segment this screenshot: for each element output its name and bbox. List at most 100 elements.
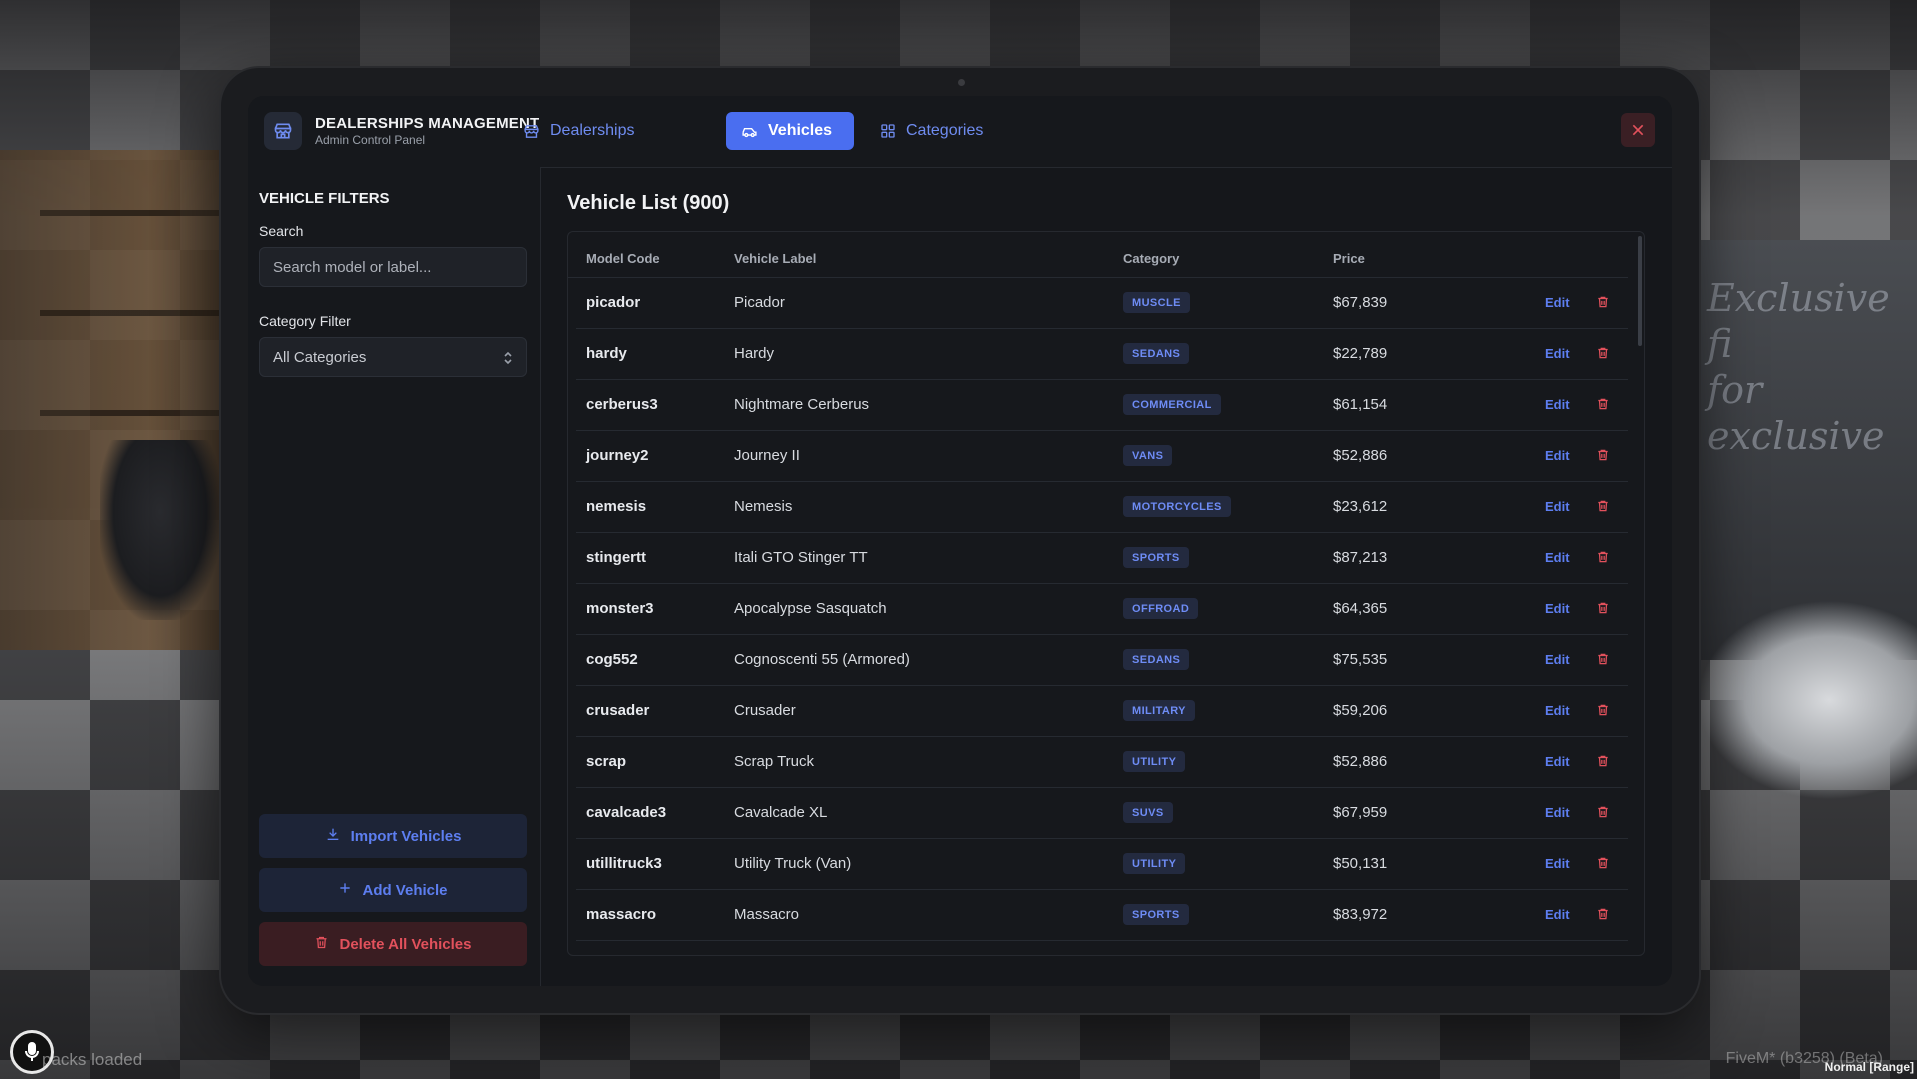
edit-button[interactable]: Edit <box>1545 601 1570 616</box>
edit-button[interactable]: Edit <box>1545 550 1570 565</box>
table-row: hardy Hardy SEDANS $22,789 Edit <box>576 329 1628 380</box>
trash-icon <box>1598 500 1608 512</box>
import-vehicles-button[interactable]: Import Vehicles <box>259 814 527 858</box>
column-header-category: Category <box>1123 251 1180 266</box>
model-code-cell: crusader <box>586 702 650 719</box>
price-cell: $52,886 <box>1333 753 1388 770</box>
price-cell: $67,959 <box>1333 804 1388 821</box>
delete-button[interactable] <box>1596 601 1610 620</box>
price-cell: $75,535 <box>1333 651 1388 668</box>
delete-button[interactable] <box>1596 448 1610 467</box>
vehicle-label-cell: Picador <box>734 294 785 311</box>
app-title: DEALERSHIPS MANAGEMENT <box>315 115 540 132</box>
trash-icon <box>1598 806 1608 818</box>
model-code-cell: picador <box>586 294 641 311</box>
delete-button[interactable] <box>1596 703 1610 722</box>
tab-label: Vehicles <box>768 122 833 139</box>
edit-button[interactable]: Edit <box>1545 397 1570 412</box>
trash-icon <box>1598 449 1608 461</box>
table-row: picador Picador MUSCLE $67,839 Edit <box>576 278 1628 329</box>
vehicle-label-cell: Cavalcade XL <box>734 804 828 821</box>
category-badge: MOTORCYCLES <box>1123 496 1231 517</box>
category-badge: VANS <box>1123 445 1173 466</box>
category-filter-select[interactable]: All Categories <box>259 337 527 377</box>
edit-button[interactable]: Edit <box>1545 295 1570 310</box>
delete-all-vehicles-label: Delete All Vehicles <box>339 935 472 953</box>
delete-button[interactable] <box>1596 397 1610 416</box>
delete-button[interactable] <box>1596 907 1610 926</box>
close-button[interactable] <box>1621 113 1655 147</box>
tab-label: Categories <box>906 122 984 139</box>
vehicle-label-cell: Massacro <box>734 906 800 923</box>
delete-button[interactable] <box>1596 550 1610 569</box>
edit-button[interactable]: Edit <box>1545 448 1570 463</box>
table-scrollbar[interactable] <box>1638 236 1642 346</box>
vehicle-label-cell: Itali GTO Stinger TT <box>734 549 868 566</box>
table-row: stingertt Itali GTO Stinger TT SPORTS $87,2… <box>576 533 1628 584</box>
tab-dealerships[interactable]: Dealerships <box>508 112 649 150</box>
edit-button[interactable]: Edit <box>1545 805 1570 820</box>
vehicle-label-cell: Nemesis <box>734 498 793 515</box>
trash-icon <box>1598 653 1608 665</box>
header-bar: DEALERSHIPS MANAGEMENT Admin Control Pan… <box>248 96 1672 168</box>
vehicle-list-title: Vehicle List (900) <box>567 192 730 214</box>
category-badge: OFFROAD <box>1123 598 1199 619</box>
category-badge: COMMERCIAL <box>1123 394 1221 415</box>
delete-button[interactable] <box>1596 754 1610 773</box>
category-badge: SPORTS <box>1123 547 1189 568</box>
delete-all-vehicles-button[interactable]: Delete All Vehicles <box>259 922 527 966</box>
filters-title: VEHICLE FILTERS <box>259 190 390 207</box>
model-code-cell: cerberus3 <box>586 396 658 413</box>
trash-icon <box>314 935 329 954</box>
delete-button[interactable] <box>1596 856 1610 875</box>
price-cell: $67,839 <box>1333 294 1388 311</box>
delete-button[interactable] <box>1596 346 1610 365</box>
table-header: Model Code Vehicle Label Category Price <box>568 232 1628 278</box>
price-cell: $59,206 <box>1333 702 1388 719</box>
delete-button[interactable] <box>1596 805 1610 824</box>
store-icon <box>523 123 540 140</box>
delete-button[interactable] <box>1596 295 1610 314</box>
model-code-cell: journey2 <box>586 447 649 464</box>
trash-icon <box>1598 551 1608 563</box>
grid-icon <box>880 123 896 139</box>
trash-icon <box>1598 755 1608 767</box>
price-cell: $61,154 <box>1333 396 1388 413</box>
delete-button[interactable] <box>1596 652 1610 671</box>
trash-icon <box>1598 602 1608 614</box>
category-badge: UTILITY <box>1123 751 1186 772</box>
edit-button[interactable]: Edit <box>1545 754 1570 769</box>
table-row: utillitruck3 Utility Truck (Van) UTILITY $5… <box>576 839 1628 890</box>
voice-mode-indicator: Normal [Range] <box>1824 1060 1914 1074</box>
edit-button[interactable]: Edit <box>1545 652 1570 667</box>
table-row: nemesis Nemesis MOTORCYCLES $23,612 Edit <box>576 482 1628 533</box>
table-row: cavalcade3 Cavalcade XL SUVS $67,959 Edit <box>576 788 1628 839</box>
vehicle-list-panel: Vehicle List (900) Model Code Vehicle La… <box>540 167 1672 986</box>
edit-button[interactable]: Edit <box>1545 907 1570 922</box>
price-cell: $50,131 <box>1333 855 1388 872</box>
category-badge: SUVS <box>1123 802 1173 823</box>
close-icon <box>1632 124 1644 136</box>
edit-button[interactable]: Edit <box>1545 499 1570 514</box>
tab-vehicles[interactable]: Vehicles <box>726 112 854 150</box>
table-row: cog552 Cognoscenti 55 (Armored) SEDANS $75,… <box>576 635 1628 686</box>
delete-button[interactable] <box>1596 499 1610 518</box>
vehicle-label-cell: Cognoscenti 55 (Armored) <box>734 651 910 668</box>
edit-button[interactable]: Edit <box>1545 856 1570 871</box>
column-header-vehicle-label: Vehicle Label <box>734 251 817 266</box>
edit-button[interactable]: Edit <box>1545 703 1570 718</box>
price-cell: $22,789 <box>1333 345 1388 362</box>
search-label: Search <box>259 223 304 239</box>
vehicle-label-cell: Nightmare Cerberus <box>734 396 870 413</box>
table-row: massacro Massacro SPORTS $83,972 Edit <box>576 890 1628 941</box>
tablet-camera <box>958 79 965 86</box>
model-code-cell: scrap <box>586 753 627 770</box>
add-vehicle-label: Add Vehicle <box>362 881 448 899</box>
add-vehicle-button[interactable]: Add Vehicle <box>259 868 527 912</box>
vehicle-label-cell: Hardy <box>734 345 775 362</box>
background-car <box>1697 600 1917 800</box>
edit-button[interactable]: Edit <box>1545 346 1570 361</box>
search-input[interactable] <box>259 247 527 287</box>
download-icon <box>325 826 341 846</box>
tab-categories[interactable]: Categories <box>865 112 998 150</box>
